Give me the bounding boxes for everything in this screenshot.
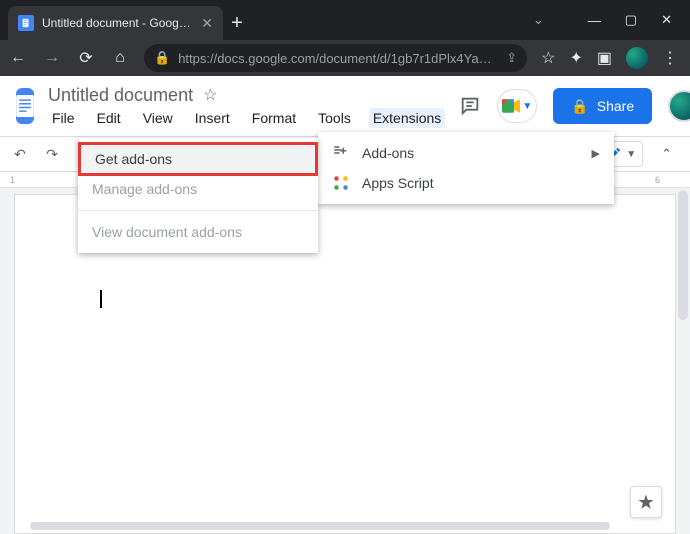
share-page-icon[interactable]: ⇪	[506, 50, 517, 66]
submenu-label: Apps Script	[362, 175, 434, 191]
menu-view-document-addons[interactable]: View document add-ons	[78, 217, 318, 247]
lock-icon: 🔒	[154, 50, 170, 66]
submenu-apps-script[interactable]: Apps Script	[318, 168, 614, 198]
scrollbar-thumb[interactable]	[678, 190, 688, 320]
browser-titlebar: Untitled document - Google Doc ✕ + ⌄ — ▢…	[0, 0, 690, 40]
menu-extensions[interactable]: Extensions	[369, 108, 445, 128]
maximize-icon[interactable]: ▢	[625, 12, 637, 28]
bookmark-icon[interactable]: ☆	[541, 48, 555, 68]
lock-icon: 🔒	[571, 98, 588, 115]
reload-icon[interactable]: ⟳	[76, 48, 96, 68]
menu-item-label: View document add-ons	[92, 224, 242, 240]
document-title[interactable]: Untitled document	[48, 85, 193, 106]
undo-icon[interactable]: ↶	[10, 144, 30, 164]
close-window-icon[interactable]: ✕	[661, 12, 672, 28]
menu-bar: File Edit View Insert Format Tools Exten…	[48, 108, 445, 128]
new-tab-button[interactable]: +	[223, 6, 251, 40]
side-panel-icon[interactable]: ▣	[597, 48, 612, 68]
menu-format[interactable]: Format	[248, 108, 300, 128]
menu-item-label: Manage add-ons	[92, 181, 197, 197]
profile-avatar[interactable]	[626, 47, 648, 69]
chevron-down-icon: ▼	[626, 149, 636, 160]
close-tab-icon[interactable]: ✕	[201, 15, 213, 32]
chrome-menu-icon[interactable]: ⋮	[662, 48, 678, 68]
horizontal-scrollbar[interactable]	[30, 522, 610, 530]
extensions-dropdown: Get add-ons Manage add-ons View document…	[78, 138, 318, 253]
menu-tools[interactable]: Tools	[314, 108, 355, 128]
tab-title: Untitled document - Google Doc	[42, 16, 193, 30]
submenu-addons[interactable]: Add-ons ▶	[318, 138, 614, 168]
ruler-tick: 6	[655, 175, 660, 185]
chevron-right-icon: ▶	[592, 147, 600, 160]
window-controls: ⌄ — ▢ ✕	[515, 0, 690, 40]
menu-insert[interactable]: Insert	[191, 108, 234, 128]
menu-edit[interactable]: Edit	[93, 108, 125, 128]
docs-favicon	[18, 15, 34, 31]
text-cursor	[100, 290, 102, 308]
addons-icon	[332, 144, 350, 162]
browser-toolbar: ← → ⟳ ⌂ 🔒 https://docs.google.com/docume…	[0, 40, 690, 76]
share-label: Share	[597, 98, 634, 114]
extensions-puzzle-icon[interactable]: ✦	[569, 48, 582, 68]
forward-icon: →	[42, 49, 62, 67]
explore-button[interactable]	[630, 486, 662, 518]
extensions-submenu: Add-ons ▶ Apps Script	[318, 132, 614, 204]
vertical-scrollbar[interactable]	[676, 190, 690, 534]
redo-icon[interactable]: ↷	[42, 144, 62, 164]
apps-script-icon	[332, 174, 350, 192]
star-icon[interactable]: ☆	[203, 85, 217, 105]
share-button[interactable]: 🔒 Share	[553, 88, 652, 124]
meet-dropdown-icon: ▼	[522, 101, 532, 112]
docs-logo[interactable]	[16, 88, 34, 124]
back-icon[interactable]: ←	[8, 49, 28, 67]
menu-view[interactable]: View	[139, 108, 177, 128]
menu-separator	[78, 210, 318, 211]
address-bar[interactable]: 🔒 https://docs.google.com/document/d/1gb…	[144, 44, 527, 72]
ruler-tick: 1	[10, 175, 15, 185]
docs-header: Untitled document ☆ File Edit View Inser…	[0, 76, 690, 136]
account-avatar[interactable]	[668, 90, 690, 122]
minimize-icon[interactable]: —	[588, 13, 601, 28]
url-text: https://docs.google.com/document/d/1gb7r…	[178, 51, 498, 66]
meet-button[interactable]: ▼	[497, 89, 537, 123]
browser-tab[interactable]: Untitled document - Google Doc ✕	[8, 6, 223, 40]
tab-search-icon[interactable]: ⌄	[533, 12, 544, 28]
home-icon[interactable]: ⌂	[110, 49, 130, 67]
collapse-toolbar-icon[interactable]: ⌃	[653, 146, 680, 162]
menu-file[interactable]: File	[48, 108, 79, 128]
comment-history-icon[interactable]	[459, 95, 481, 117]
menu-manage-addons[interactable]: Manage add-ons	[78, 174, 318, 204]
menu-item-label: Get add-ons	[95, 151, 172, 167]
menu-get-addons[interactable]: Get add-ons	[78, 142, 318, 176]
submenu-label: Add-ons	[362, 145, 414, 161]
